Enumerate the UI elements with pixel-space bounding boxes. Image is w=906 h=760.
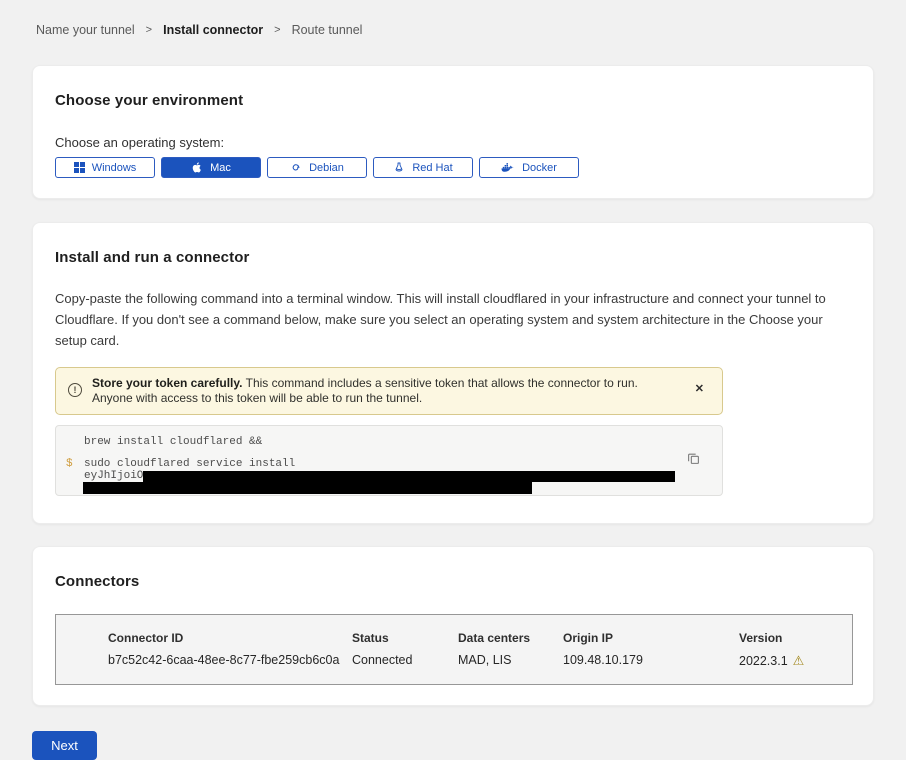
redhat-icon: [393, 161, 405, 174]
status-cell: Connected: [352, 653, 458, 669]
version-warning-icon: ⚠: [793, 653, 805, 669]
connector-id-cell: b7c52c42-6caa-48ee-8c77-fbe259cb6c0a: [108, 653, 352, 669]
next-button[interactable]: Next: [32, 731, 97, 760]
version-cell: 2022.3.1 ⚠: [739, 653, 842, 669]
token-warning-banner: ! Store your token carefully. This comma…: [55, 367, 723, 415]
install-command-code-block: brew install cloudflared && $ sudo cloud…: [55, 425, 723, 496]
apple-icon: [191, 161, 203, 174]
breadcrumb-separator: >: [146, 24, 152, 36]
breadcrumb-route-tunnel[interactable]: Route tunnel: [292, 23, 363, 37]
token-warning-text: Store your token carefully. This command…: [92, 376, 652, 406]
connectors-card: Connectors Connector ID Status Data cent…: [32, 546, 874, 706]
os-button-mac[interactable]: Mac: [161, 157, 261, 178]
column-header-origin-ip: Origin IP: [563, 631, 739, 645]
redacted-token-bar: [143, 471, 675, 482]
install-card-title: Install and run a connector: [55, 249, 851, 266]
os-button-group: Windows Mac Debian Red Hat Docker: [55, 157, 851, 178]
data-centers-cell: MAD, LIS: [458, 653, 563, 669]
code-line-service-install-text: sudo cloudflared service install: [84, 458, 295, 470]
alert-circle-icon: !: [68, 383, 82, 397]
breadcrumb-name-your-tunnel[interactable]: Name your tunnel: [36, 23, 135, 37]
install-description: Copy-paste the following command into a …: [55, 288, 851, 351]
origin-ip-cell: 109.48.10.179: [563, 653, 739, 669]
windows-icon: [74, 162, 85, 173]
os-button-windows[interactable]: Windows: [55, 157, 155, 178]
debian-icon: [290, 162, 302, 174]
token-prefix: eyJhIjoiO: [84, 470, 143, 482]
install-card: Install and run a connector Copy-paste t…: [32, 222, 874, 524]
docker-icon: [501, 162, 515, 174]
code-line-service-install: $ sudo cloudflared service install: [56, 458, 722, 470]
breadcrumb-install-connector[interactable]: Install connector: [163, 23, 263, 37]
column-header-connector-id: Connector ID: [108, 631, 352, 645]
os-button-label: Red Hat: [412, 162, 452, 174]
copy-command-button[interactable]: [687, 452, 700, 468]
shell-prompt: $: [66, 458, 73, 470]
os-button-redhat[interactable]: Red Hat: [373, 157, 473, 178]
os-button-label: Debian: [309, 162, 344, 174]
os-button-label: Windows: [92, 162, 137, 174]
column-header-version: Version: [739, 631, 842, 645]
os-button-debian[interactable]: Debian: [267, 157, 367, 178]
column-header-data-centers: Data centers: [458, 631, 563, 645]
close-icon[interactable]: ✕: [695, 384, 704, 395]
code-line-token: eyJhIjoiO: [56, 470, 722, 482]
connectors-card-title: Connectors: [55, 573, 851, 590]
token-warning-bold: Store your token carefully.: [92, 376, 243, 390]
environment-card: Choose your environment Choose an operat…: [32, 65, 874, 199]
os-button-label: Docker: [522, 162, 557, 174]
os-select-label: Choose an operating system:: [55, 135, 851, 150]
breadcrumb: Name your tunnel > Install connector > R…: [0, 0, 906, 37]
breadcrumb-separator: >: [274, 24, 280, 36]
column-header-status: Status: [352, 631, 458, 645]
version-value: 2022.3.1: [739, 654, 788, 668]
code-line-brew: brew install cloudflared &&: [56, 436, 722, 448]
redacted-token-bar: [83, 482, 532, 494]
connectors-table: Connector ID Status Data centers Origin …: [55, 614, 853, 685]
copy-icon: [687, 452, 700, 465]
environment-card-title: Choose your environment: [55, 92, 851, 109]
os-button-docker[interactable]: Docker: [479, 157, 579, 178]
os-button-label: Mac: [210, 162, 231, 174]
